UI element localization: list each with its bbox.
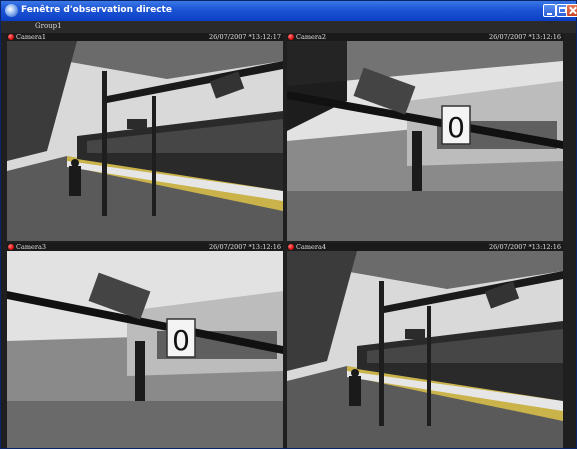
camera-pane-4[interactable]: Camera4 26/07/2007 *13:12:16 <box>287 243 563 448</box>
camera-name: Camera4 <box>296 243 326 251</box>
window-title: Fenêtre d'observation directe <box>21 5 172 15</box>
camera-pane-3[interactable]: Camera3 26/07/2007 *13:12:16 0 <box>7 243 283 448</box>
minimize-button[interactable] <box>543 4 556 17</box>
close-button[interactable] <box>566 4 577 17</box>
platform-wide-scene <box>287 251 563 448</box>
group-label[interactable]: Group1 <box>35 22 62 30</box>
camera-header: Camera3 26/07/2007 *13:12:16 <box>7 243 283 251</box>
camera-video-feed[interactable]: 0 <box>7 251 283 448</box>
camera-timestamp: 26/07/2007 *13:12:16 <box>489 33 561 41</box>
camera-pane-1[interactable]: Camera1 26/07/2007 *13:12:17 <box>7 33 283 241</box>
record-indicator-icon <box>8 244 14 250</box>
title-bar[interactable]: Fenêtre d'observation directe <box>1 1 577 21</box>
record-indicator-icon <box>288 34 294 40</box>
camera-timestamp: 26/07/2007 *13:12:16 <box>489 243 561 251</box>
camera-timestamp: 26/07/2007 *13:12:16 <box>209 243 281 251</box>
app-icon <box>5 4 18 17</box>
camera-header: Camera4 26/07/2007 *13:12:16 <box>287 243 563 251</box>
camera-header: Camera2 26/07/2007 *13:12:16 <box>287 33 563 41</box>
observation-window: Fenêtre d'observation directe Group1 Cam… <box>0 0 577 449</box>
camera-video-feed[interactable] <box>7 41 283 241</box>
camera-name: Camera3 <box>16 243 46 251</box>
camera-video-feed[interactable]: 0 <box>287 41 563 241</box>
camera-video-feed[interactable] <box>287 251 563 448</box>
platform-wide-scene <box>7 41 283 241</box>
sign-closeup-scene: 0 <box>7 251 283 448</box>
camera-pane-2[interactable]: Camera2 26/07/2007 *13:12:16 0 <box>287 33 563 241</box>
record-indicator-icon <box>8 34 14 40</box>
camera-timestamp: 26/07/2007 *13:12:17 <box>209 33 281 41</box>
camera-name: Camera1 <box>16 33 46 41</box>
platform-number: 0 <box>172 324 190 357</box>
camera-name: Camera2 <box>296 33 326 41</box>
sign-closeup-scene: 0 <box>287 41 563 241</box>
platform-number: 0 <box>447 111 465 144</box>
record-indicator-icon <box>288 244 294 250</box>
camera-header: Camera1 26/07/2007 *13:12:17 <box>7 33 283 41</box>
group-bar: Group1 <box>1 21 576 33</box>
